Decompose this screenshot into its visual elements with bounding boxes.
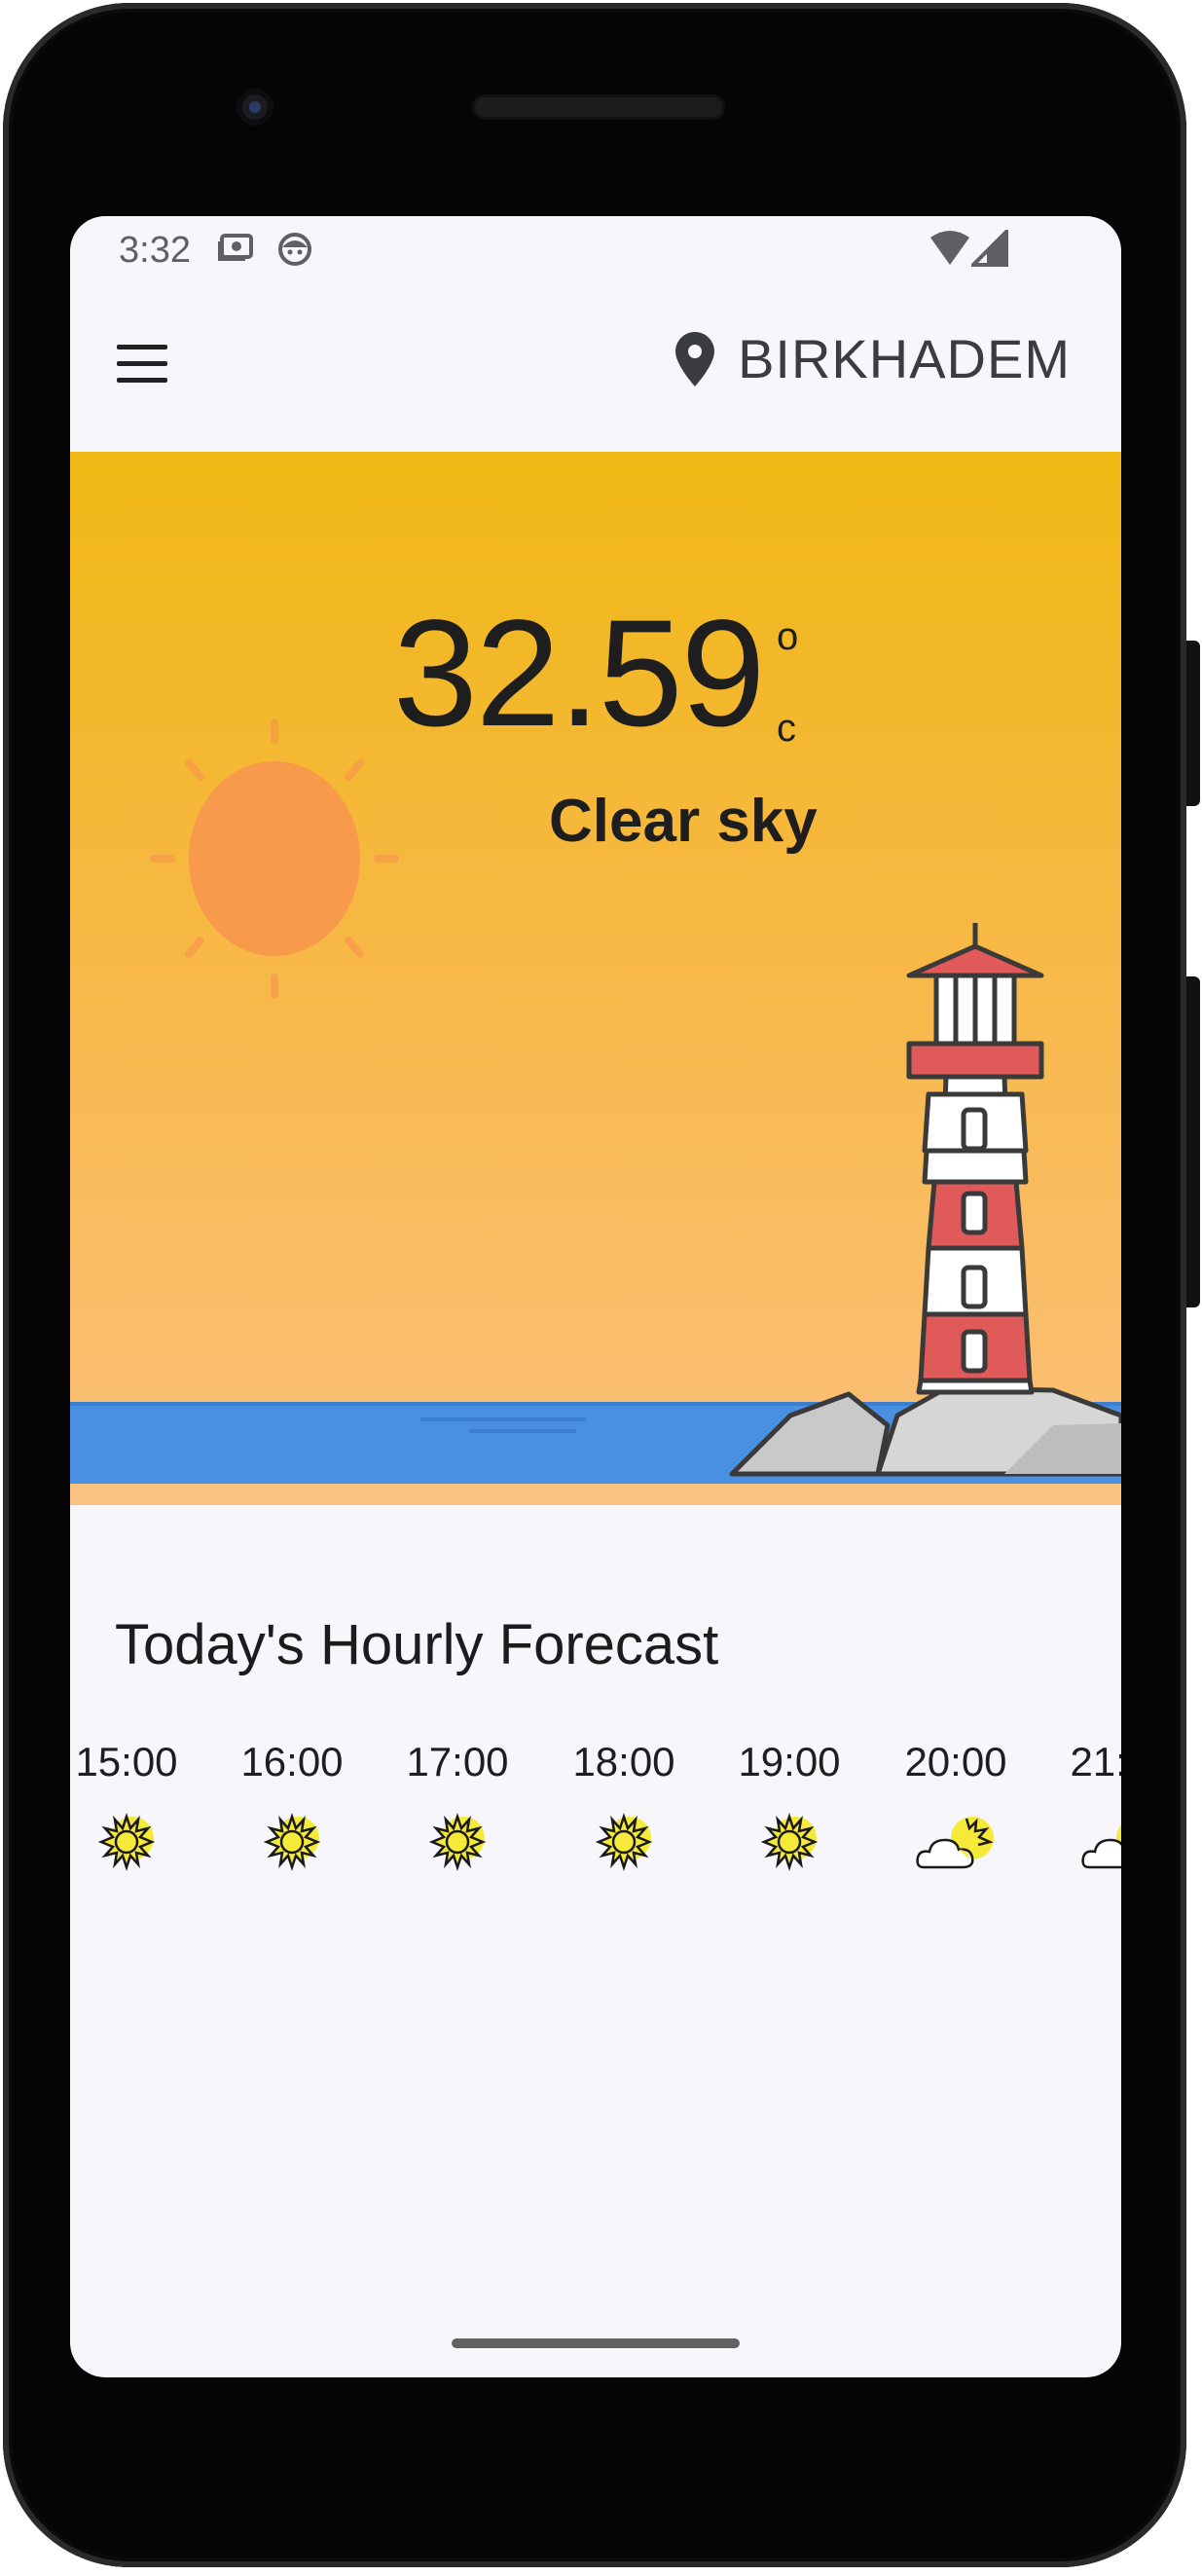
volume-button [1186, 976, 1200, 1307]
menu-icon[interactable] [117, 345, 167, 384]
front-camera [237, 89, 273, 126]
sun-illustration [150, 718, 399, 999]
hour-time: 17:00 [406, 1739, 509, 1785]
home-indicator[interactable] [452, 2338, 740, 2348]
power-button [1186, 641, 1200, 806]
hour-item[interactable]: 20:00 [892, 1739, 1019, 1869]
hour-time: 20:00 [904, 1739, 1007, 1785]
hour-time: 15:00 [75, 1739, 178, 1785]
hour-item[interactable]: 17:00 [394, 1739, 521, 1869]
sun-icon [597, 1815, 653, 1869]
temperature-unit: c [777, 707, 796, 750]
sun-icon [430, 1815, 487, 1869]
status-bar: 3:32 [70, 216, 1121, 284]
hour-time: 19:00 [738, 1739, 841, 1785]
weather-hero: 32.59 o c Clear sky [70, 452, 1121, 1505]
current-temperature: 32.59 [393, 589, 765, 758]
app-bar: BIRKHADEM [70, 284, 1121, 452]
hour-item[interactable]: 18:00 [561, 1739, 687, 1869]
hour-item[interactable]: 19:00 [726, 1739, 853, 1869]
sun-icon [265, 1815, 321, 1869]
location-selector[interactable]: BIRKHADEM [675, 327, 1071, 390]
status-time: 3:32 [119, 230, 191, 271]
cloud-sun-icon [916, 1815, 996, 1869]
degree-symbol: o [777, 615, 799, 658]
hour-item[interactable]: 21:00 [1058, 1739, 1121, 1869]
hour-item[interactable]: 15:00 [70, 1739, 190, 1869]
hourly-forecast-title: Today's Hourly Forecast [115, 1613, 719, 1676]
app-notification-icon [278, 233, 311, 266]
sun-icon [99, 1815, 156, 1869]
screen: 3:32 BIRKHADEM 32.59 o c Clear sky Today… [70, 216, 1121, 2377]
lighthouse [906, 923, 1044, 1395]
photo-notification-icon [218, 234, 253, 261]
hour-time: 16:00 [240, 1739, 344, 1785]
hour-time: 21:00 [1070, 1739, 1121, 1785]
cellular-signal-icon [971, 230, 1008, 267]
sun-icon [762, 1815, 819, 1869]
hour-item[interactable]: 16:00 [229, 1739, 355, 1869]
hourly-forecast-list[interactable]: 15:00 16:00 17:00 18:00 19:00 20:00 21 [70, 1739, 1121, 1933]
phone-frame: 3:32 BIRKHADEM 32.59 o c Clear sky Today… [3, 3, 1200, 2567]
hour-time: 18:00 [572, 1739, 675, 1785]
location-pin-icon [675, 331, 715, 386]
weather-condition: Clear sky [549, 788, 818, 855]
location-name: BIRKHADEM [738, 328, 1071, 389]
wifi-icon [930, 231, 969, 265]
cloud-sun-icon [1081, 1815, 1121, 1869]
rocks [729, 1385, 1121, 1477]
earpiece-speaker [472, 94, 725, 120]
